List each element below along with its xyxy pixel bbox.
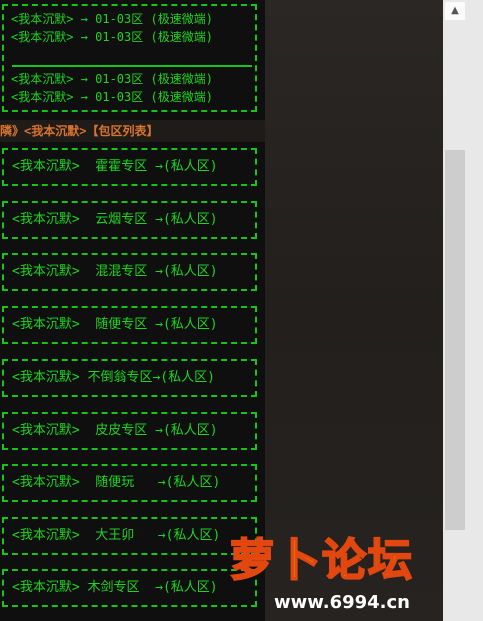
zone-label: <我本沉默> 随便玩 →(私人区) (12, 475, 221, 490)
watermark-title: 萝卜论坛 (229, 534, 414, 587)
zone-list-panel: <我本沉默> → 01-03区 (极速微端) <我本沉默> → 01-03区 (… (0, 0, 265, 621)
zone-label: <我本沉默> 大王卯 →(私人区) (12, 528, 221, 543)
zone-item[interactable]: <我本沉默> 木剑专区 →(私人区) (2, 569, 257, 607)
divider (12, 65, 252, 67)
watermark-logo: 萝卜论坛 www.6994.cn (229, 524, 475, 616)
zone-item[interactable]: <我本沉默> 混混专区 →(私人区) (2, 253, 257, 291)
zone-label: <我本沉默> 混混专区 →(私人区) (12, 264, 218, 279)
zone-label: <我本沉默> 皮皮专区 →(私人区) (12, 423, 218, 438)
zone-label: <我本沉默> 不倒翁专区→(私人区) (12, 370, 215, 385)
zone-list-header: 隣》<我本沉默>【包区列表】 (0, 120, 265, 142)
watermark-url: www.6994.cn (274, 592, 410, 613)
server-line[interactable]: <我本沉默> → 01-03区 (极速微端) (11, 90, 213, 104)
zone-item[interactable]: <我本沉默> 不倒翁专区→(私人区) (2, 359, 257, 397)
zone-item[interactable]: <我本沉默> 霍霍专区 →(私人区) (2, 148, 257, 186)
zone-item[interactable]: <我本沉默> 大王卯 →(私人区) (2, 517, 257, 555)
top-server-box: <我本沉默> → 01-03区 (极速微端) <我本沉默> → 01-03区 (… (2, 4, 257, 112)
scroll-thumb[interactable] (445, 150, 465, 530)
scroll-up-icon[interactable]: ▲ (445, 2, 465, 20)
zone-item[interactable]: <我本沉默> 随便专区 →(私人区) (2, 306, 257, 344)
server-line[interactable]: <我本沉默> → 01-03区 (极速微端) (11, 12, 213, 26)
zone-label: <我本沉默> 木剑专区 →(私人区) (12, 580, 218, 595)
zone-label: <我本沉默> 随便专区 →(私人区) (12, 317, 218, 332)
zone-item[interactable]: <我本沉默> 随便玩 →(私人区) (2, 464, 257, 502)
zone-item[interactable]: <我本沉默> 云烟专区 →(私人区) (2, 201, 257, 239)
server-line[interactable]: <我本沉默> → 01-03区 (极速微端) (11, 72, 213, 86)
zone-label: <我本沉默> 云烟专区 →(私人区) (12, 212, 218, 227)
zone-item[interactable]: <我本沉默> 皮皮专区 →(私人区) (2, 412, 257, 450)
server-line[interactable]: <我本沉默> → 01-03区 (极速微端) (11, 30, 213, 44)
zone-label: <我本沉默> 霍霍专区 →(私人区) (12, 159, 218, 174)
